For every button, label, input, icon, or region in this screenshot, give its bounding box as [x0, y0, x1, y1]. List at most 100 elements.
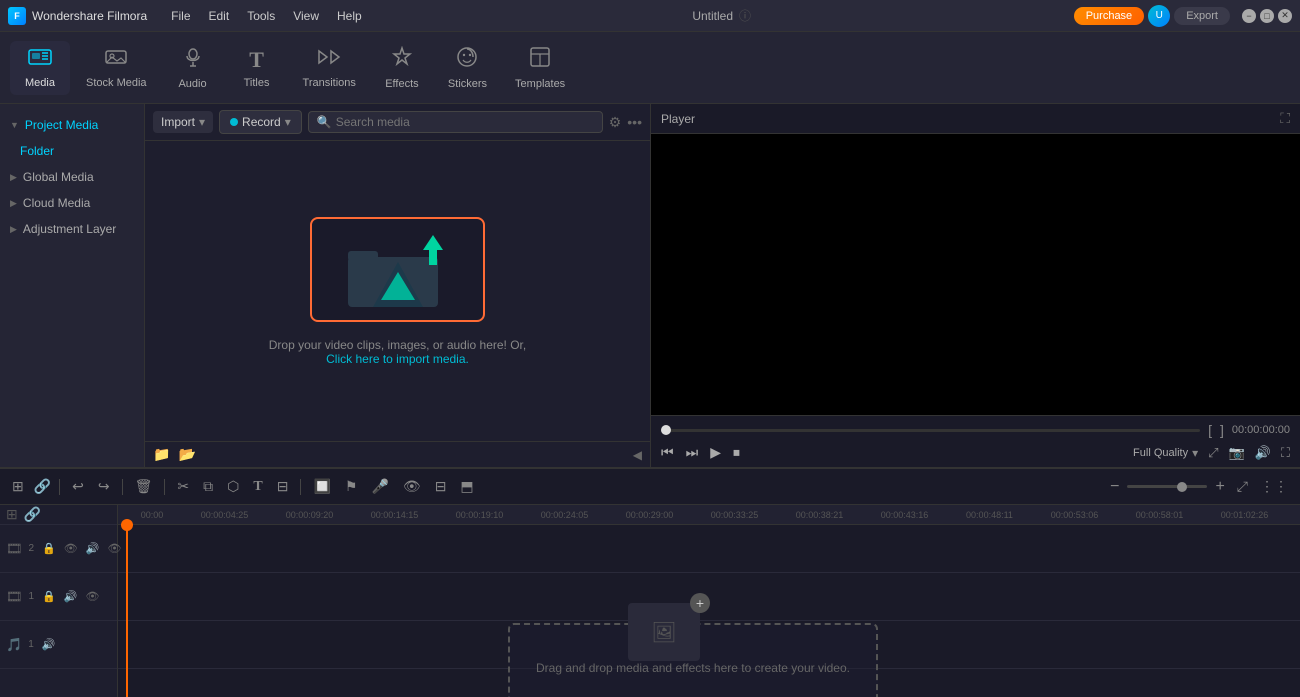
- video2-eye-icon[interactable]: 👁: [64, 542, 78, 555]
- player-expand-icon[interactable]: ⛶: [1280, 110, 1290, 127]
- insert-button[interactable]: ⬒: [456, 476, 477, 497]
- video2-mute-icon[interactable]: 🔊: [86, 542, 100, 555]
- screenshot-button[interactable]: 📷: [1229, 445, 1245, 461]
- minimize-button[interactable]: −: [1242, 9, 1256, 23]
- tl-more-button[interactable]: ⋮⋮: [1256, 476, 1292, 497]
- mask-button[interactable]: ⬡: [223, 476, 243, 497]
- fit-timeline-button[interactable]: ⤢: [1233, 476, 1252, 497]
- zoom-slider[interactable]: [1127, 485, 1207, 488]
- undo-button[interactable]: ↩: [68, 476, 88, 497]
- zoom-out-button[interactable]: −: [1106, 476, 1123, 498]
- menu-items: File Edit Tools View Help: [163, 6, 370, 26]
- menu-help[interactable]: Help: [329, 6, 370, 26]
- volume-button[interactable]: 🔊: [1255, 445, 1271, 461]
- cut-button[interactable]: ✂: [173, 476, 193, 497]
- play-button[interactable]: ▶: [710, 444, 721, 461]
- preview-button[interactable]: 👁: [399, 476, 425, 497]
- toolbar-templates[interactable]: Templates: [503, 40, 577, 96]
- track-lane-video2[interactable]: [118, 525, 1300, 573]
- sidebar-item-adjustment-layer[interactable]: ▶ Adjustment Layer: [0, 216, 144, 242]
- sidebar-item-folder[interactable]: Folder: [0, 138, 144, 164]
- toolbar-effects[interactable]: Effects: [372, 40, 432, 96]
- global-media-label: Global Media: [23, 170, 94, 184]
- tl-right-controls: − + ⤢ ⋮⋮: [1106, 476, 1292, 498]
- add-track-icon[interactable]: ⊞: [6, 506, 18, 523]
- toolbar-transitions[interactable]: Transitions: [291, 41, 368, 95]
- effects-icon: [391, 46, 413, 74]
- filter-icon[interactable]: ⚙: [609, 114, 622, 131]
- sidebar-item-project-media[interactable]: ▼ Project Media: [0, 112, 144, 138]
- tl-sep-1: [59, 479, 60, 495]
- menu-file[interactable]: File: [163, 6, 198, 26]
- player-title: Player: [661, 112, 695, 126]
- fullscreen-button[interactable]: ⛶: [1281, 445, 1290, 461]
- toolbar-stickers[interactable]: Stickers: [436, 40, 499, 96]
- bracket-in-icon[interactable]: [: [1208, 422, 1212, 438]
- open-folder-icon[interactable]: 📂: [178, 446, 195, 463]
- quality-chevron-icon[interactable]: ▾: [1192, 446, 1198, 460]
- toolbar-audio[interactable]: Audio: [163, 40, 223, 96]
- sidebar-item-global-media[interactable]: ▶ Global Media: [0, 164, 144, 190]
- playhead[interactable]: [126, 525, 128, 697]
- app-logo: F: [8, 7, 26, 25]
- import-link[interactable]: Click here to import media.: [326, 352, 469, 366]
- templates-icon: [529, 46, 551, 74]
- quality-label: Full Quality: [1133, 447, 1188, 459]
- search-input[interactable]: [336, 115, 594, 129]
- info-icon[interactable]: ⓘ: [739, 7, 751, 24]
- timeline-settings-icon[interactable]: ⊞: [8, 476, 28, 497]
- adjust-button[interactable]: ⊟: [273, 476, 293, 497]
- track-link-icon[interactable]: 🔗: [24, 506, 41, 523]
- project-title: Untitled: [692, 9, 733, 23]
- video2-lock-icon[interactable]: 🔒: [42, 542, 56, 555]
- toolbar-media[interactable]: Media: [10, 41, 70, 95]
- menu-tools[interactable]: Tools: [239, 6, 283, 26]
- video1-visible-icon[interactable]: 👁: [85, 590, 99, 603]
- maximize-button[interactable]: □: [1260, 9, 1274, 23]
- tl-link-icon[interactable]: 🔗: [34, 478, 51, 495]
- step-forward-button[interactable]: ⏭: [686, 444, 699, 461]
- toolbar-titles[interactable]: T Titles: [227, 41, 287, 95]
- marker-button[interactable]: ⚑: [341, 476, 362, 497]
- fit-screen-button[interactable]: ⤢: [1208, 445, 1218, 461]
- redo-button[interactable]: ↪: [94, 476, 114, 497]
- record-chevron-icon: ▾: [285, 115, 291, 129]
- toolbar-stock-media[interactable]: Stock Media: [74, 41, 159, 95]
- export-button[interactable]: Export: [1174, 7, 1230, 25]
- user-avatar[interactable]: U: [1148, 5, 1170, 27]
- import-button[interactable]: Import ▾: [153, 111, 213, 133]
- audio1-mute-icon[interactable]: 🔊: [42, 638, 56, 651]
- sidebar-item-cloud-media[interactable]: ▶ Cloud Media: [0, 190, 144, 216]
- zoom-in-button[interactable]: +: [1211, 476, 1228, 498]
- record-button[interactable]: Record ▾: [219, 110, 302, 134]
- player-right-controls: Full Quality ▾ ⤢ 📷 🔊 ⛶: [1133, 445, 1290, 461]
- menu-edit[interactable]: Edit: [201, 6, 238, 26]
- stop-button[interactable]: ⏹: [733, 444, 740, 461]
- delete-button[interactable]: 🗑: [131, 476, 157, 497]
- menu-view[interactable]: View: [285, 6, 327, 26]
- split-view-button[interactable]: ⊟: [431, 476, 451, 497]
- main-content: ▼ Project Media Folder ▶ Global Media ▶ …: [0, 104, 1300, 467]
- media-drag-thumbnail: 🖼 +: [628, 603, 700, 661]
- step-back-button[interactable]: ⏮: [661, 444, 674, 461]
- collapse-icon[interactable]: ◀: [633, 448, 642, 462]
- snap-button[interactable]: 🔲: [309, 476, 334, 497]
- track-lane-video1[interactable]: Drag and drop media and effects here to …: [118, 573, 1300, 621]
- close-button[interactable]: ✕: [1278, 9, 1292, 23]
- transitions-label: Transitions: [303, 77, 356, 89]
- video1-lock-icon[interactable]: 🔒: [42, 590, 56, 603]
- ruler-mark-8: 00:00:38:21: [777, 510, 862, 520]
- new-folder-icon[interactable]: 📁: [153, 446, 170, 463]
- player-panel: Player ⛶ [ ] 00:00:00:00 ⏮ ⏭ ▶ ⏹ Ful: [650, 104, 1300, 467]
- voiceover-button[interactable]: 🎤: [367, 476, 392, 497]
- templates-label: Templates: [515, 78, 565, 90]
- progress-bar[interactable]: [661, 429, 1200, 432]
- bracket-out-icon[interactable]: ]: [1220, 422, 1224, 438]
- text-button[interactable]: T: [249, 477, 266, 497]
- more-icon[interactable]: •••: [627, 114, 642, 130]
- copy-button[interactable]: ⧉: [199, 476, 217, 497]
- app-name: Wondershare Filmora: [32, 9, 147, 23]
- progress-handle[interactable]: [661, 425, 671, 435]
- video1-mute-icon[interactable]: 🔊: [64, 590, 78, 603]
- purchase-button[interactable]: Purchase: [1074, 7, 1144, 25]
